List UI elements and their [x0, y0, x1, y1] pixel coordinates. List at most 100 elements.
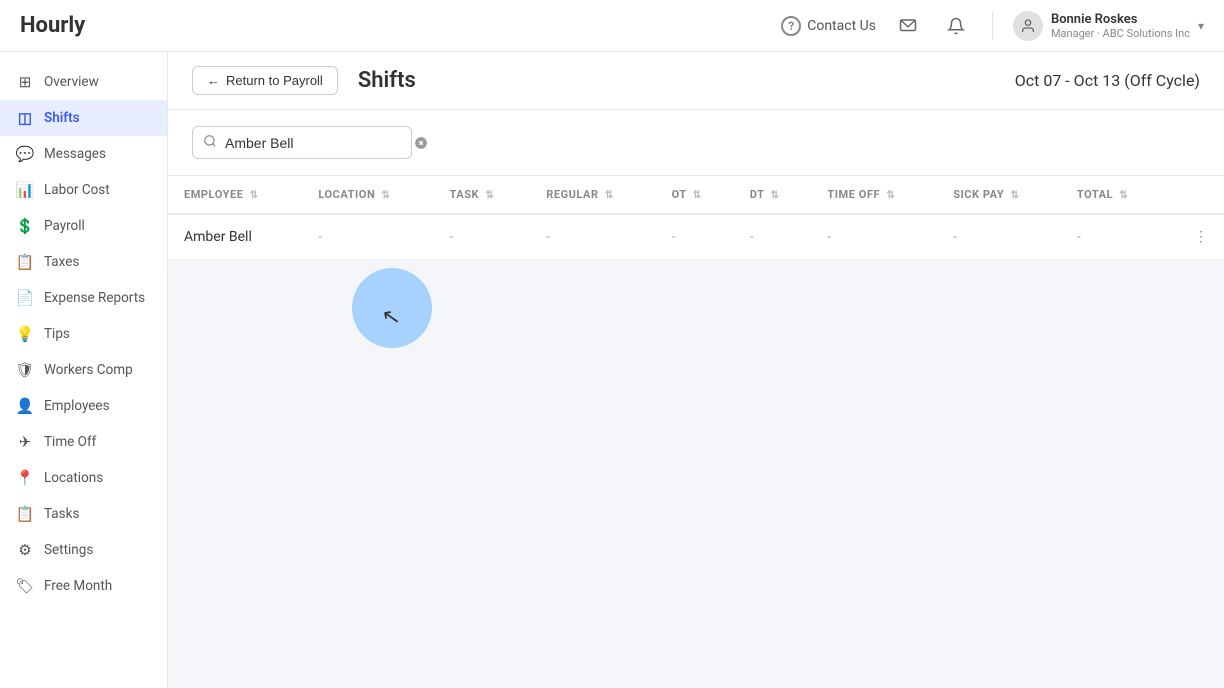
sidebar-item-tips[interactable]: 💡 Tips: [0, 316, 167, 352]
cell-regular: -: [530, 214, 655, 260]
sort-icon-employee: ⇅: [250, 190, 259, 201]
col-employee[interactable]: EMPLOYEE ⇅: [168, 176, 302, 214]
search-input[interactable]: [225, 135, 406, 151]
cell-sick_pay: -: [937, 214, 1061, 260]
shifts-icon: ◫: [16, 109, 34, 127]
main-content: ← Return to Payroll Shifts Oct 07 - Oct …: [168, 52, 1224, 688]
overview-icon: ⊞: [16, 73, 34, 91]
page-title: Shifts: [358, 68, 416, 93]
user-menu[interactable]: Bonnie Roskes Manager · ABC Solutions In…: [1013, 11, 1204, 41]
back-arrow-icon: ←: [207, 73, 220, 88]
user-info: Bonnie Roskes Manager · ABC Solutions In…: [1051, 12, 1190, 40]
workers-comp-icon: 🛡: [16, 361, 34, 379]
col-task[interactable]: TASK ⇅: [433, 176, 530, 214]
settings-icon: ⚙: [16, 541, 34, 559]
date-range: Oct 07 - Oct 13 (Off Cycle): [1015, 71, 1200, 90]
app-body: ⊞ Overview ◫ Shifts 💬 Messages 📊 Labor C…: [0, 52, 1224, 688]
table-body: Amber Bell--------⋮: [168, 214, 1224, 260]
sort-icon-sick_pay: ⇅: [1010, 190, 1019, 201]
table-row: Amber Bell--------⋮: [168, 214, 1224, 260]
help-icon: ?: [781, 16, 801, 36]
settings-label: Settings: [44, 542, 93, 558]
sort-icon-total: ⇅: [1119, 190, 1128, 201]
col-dt[interactable]: DT ⇅: [734, 176, 812, 214]
tasks-icon: 📋: [16, 505, 34, 523]
user-role: Manager · ABC Solutions Inc: [1051, 27, 1190, 40]
expense-reports-icon: 📄: [16, 289, 34, 307]
sidebar-item-free-month[interactable]: 🏷 Free Month: [0, 568, 167, 604]
return-label: Return to Payroll: [226, 73, 323, 88]
contact-us-button[interactable]: ? Contact Us: [781, 16, 876, 36]
notifications-icon-button[interactable]: [940, 10, 972, 42]
topnav-right: ? Contact Us Bonnie Roskes Manager · ABC…: [781, 10, 1204, 42]
return-to-payroll-button[interactable]: ← Return to Payroll: [192, 66, 338, 95]
workers-comp-label: Workers Comp: [44, 362, 133, 378]
labor-cost-icon: 📊: [16, 181, 34, 199]
clear-search-button[interactable]: [414, 136, 428, 150]
cell-dt: -: [734, 214, 812, 260]
user-menu-chevron: ▾: [1198, 19, 1204, 33]
expense-reports-label: Expense Reports: [44, 290, 145, 306]
sidebar-item-tasks[interactable]: 📋 Tasks: [0, 496, 167, 532]
sidebar-item-settings[interactable]: ⚙ Settings: [0, 532, 167, 568]
payroll-label: Payroll: [44, 218, 85, 234]
sidebar-item-expense-reports[interactable]: 📄 Expense Reports: [0, 280, 167, 316]
tips-icon: 💡: [16, 325, 34, 343]
tips-label: Tips: [44, 326, 70, 342]
cell-location: -: [302, 214, 433, 260]
user-avatar: [1013, 11, 1043, 41]
locations-label: Locations: [44, 470, 103, 486]
sidebar-item-messages[interactable]: 💬 Messages: [0, 136, 167, 172]
col-total[interactable]: TOTAL ⇅: [1061, 176, 1166, 214]
sidebar-item-labor-cost[interactable]: 📊 Labor Cost: [0, 172, 167, 208]
cell-ot: -: [656, 214, 734, 260]
taxes-icon: 📋: [16, 253, 34, 271]
sort-icon-task: ⇅: [485, 190, 494, 201]
locations-icon: 📍: [16, 469, 34, 487]
payroll-icon: 💲: [16, 217, 34, 235]
sidebar-item-payroll[interactable]: 💲 Payroll: [0, 208, 167, 244]
search-input-wrap[interactable]: [192, 126, 412, 159]
row-menu-button[interactable]: ⋮: [1182, 229, 1208, 245]
col-ot[interactable]: OT ⇅: [656, 176, 734, 214]
time-off-label: Time Off: [44, 434, 96, 450]
table-header: EMPLOYEE ⇅LOCATION ⇅TASK ⇅REGULAR ⇅OT ⇅D…: [168, 176, 1224, 214]
search-icon: [203, 133, 217, 152]
user-name: Bonnie Roskes: [1051, 12, 1190, 27]
sidebar-item-workers-comp[interactable]: 🛡 Workers Comp: [0, 352, 167, 388]
col-regular[interactable]: REGULAR ⇅: [530, 176, 655, 214]
tasks-label: Tasks: [44, 506, 79, 522]
messages-icon-button[interactable]: [892, 10, 924, 42]
employees-icon: 👤: [16, 397, 34, 415]
row-menu-cell: ⋮: [1166, 214, 1224, 260]
sidebar-item-taxes[interactable]: 📋 Taxes: [0, 244, 167, 280]
sort-icon-ot: ⇅: [693, 190, 702, 201]
table-header-row: EMPLOYEE ⇅LOCATION ⇅TASK ⇅REGULAR ⇅OT ⇅D…: [168, 176, 1224, 214]
sidebar-item-shifts[interactable]: ◫ Shifts: [0, 100, 167, 136]
col-time_off[interactable]: TIME OFF ⇅: [811, 176, 937, 214]
sidebar-item-overview[interactable]: ⊞ Overview: [0, 64, 167, 100]
cell-employee: Amber Bell: [168, 214, 302, 260]
sort-icon-dt: ⇅: [770, 190, 779, 201]
sort-icon-location: ⇅: [382, 190, 391, 201]
page-header: ← Return to Payroll Shifts Oct 07 - Oct …: [168, 52, 1224, 110]
col-location[interactable]: LOCATION ⇅: [302, 176, 433, 214]
contact-us-label: Contact Us: [807, 18, 876, 34]
topnav: Hourly ? Contact Us Bonnie Roskes Manage…: [0, 0, 1224, 52]
sidebar: ⊞ Overview ◫ Shifts 💬 Messages 📊 Labor C…: [0, 52, 168, 688]
messages-label: Messages: [44, 146, 106, 162]
shifts-table: EMPLOYEE ⇅LOCATION ⇅TASK ⇅REGULAR ⇅OT ⇅D…: [168, 176, 1224, 260]
shifts-label: Shifts: [44, 110, 80, 126]
free-month-icon: 🏷: [16, 577, 34, 595]
sidebar-item-locations[interactable]: 📍 Locations: [0, 460, 167, 496]
free-month-label: Free Month: [44, 578, 112, 594]
sidebar-item-time-off[interactable]: ✈ Time Off: [0, 424, 167, 460]
overview-label: Overview: [44, 74, 99, 90]
sort-icon-time_off: ⇅: [886, 190, 895, 201]
app-logo: Hourly: [20, 13, 85, 38]
data-table-wrap: EMPLOYEE ⇅LOCATION ⇅TASK ⇅REGULAR ⇅OT ⇅D…: [168, 176, 1224, 688]
col-sick_pay[interactable]: SICK PAY ⇅: [937, 176, 1061, 214]
sort-icon-regular: ⇅: [605, 190, 614, 201]
sidebar-item-employees[interactable]: 👤 Employees: [0, 388, 167, 424]
page-header-left: ← Return to Payroll Shifts: [192, 66, 416, 95]
